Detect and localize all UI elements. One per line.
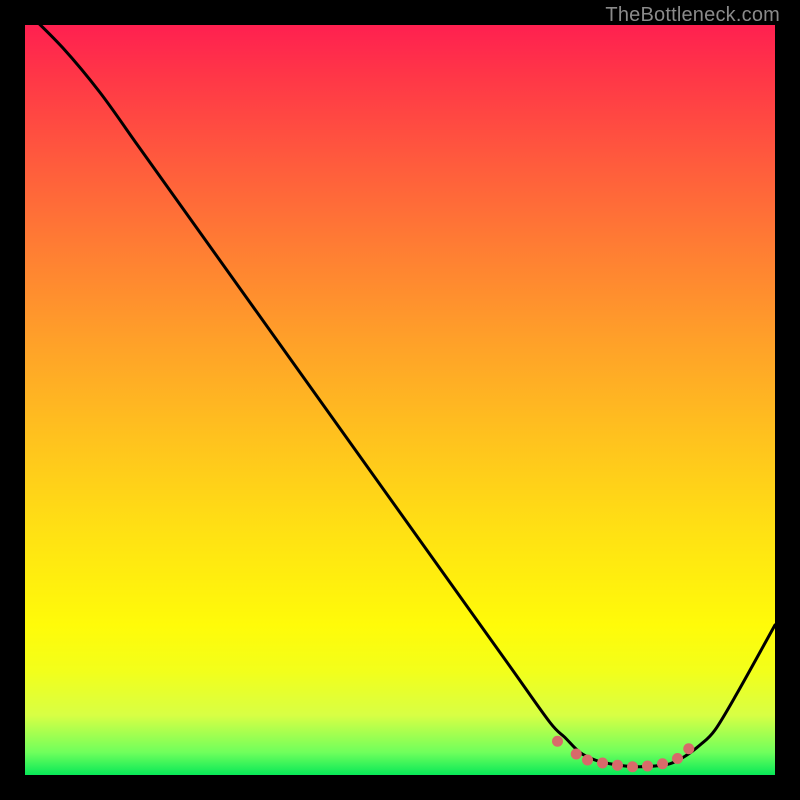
curve-dot (552, 736, 563, 747)
chart-plot-area (25, 25, 775, 775)
curve-dot (597, 758, 608, 769)
chart-svg (25, 25, 775, 775)
curve-dot (571, 749, 582, 760)
curve-dot (672, 753, 683, 764)
curve-dot (612, 760, 623, 771)
chart-container: TheBottleneck.com (0, 0, 800, 800)
bottleneck-curve (25, 10, 775, 767)
curve-dot (627, 761, 638, 772)
curve-dot (657, 758, 668, 769)
watermark-text: TheBottleneck.com (605, 4, 780, 27)
curve-dot (642, 761, 653, 772)
curve-dot (582, 755, 593, 766)
curve-dot (683, 743, 694, 754)
